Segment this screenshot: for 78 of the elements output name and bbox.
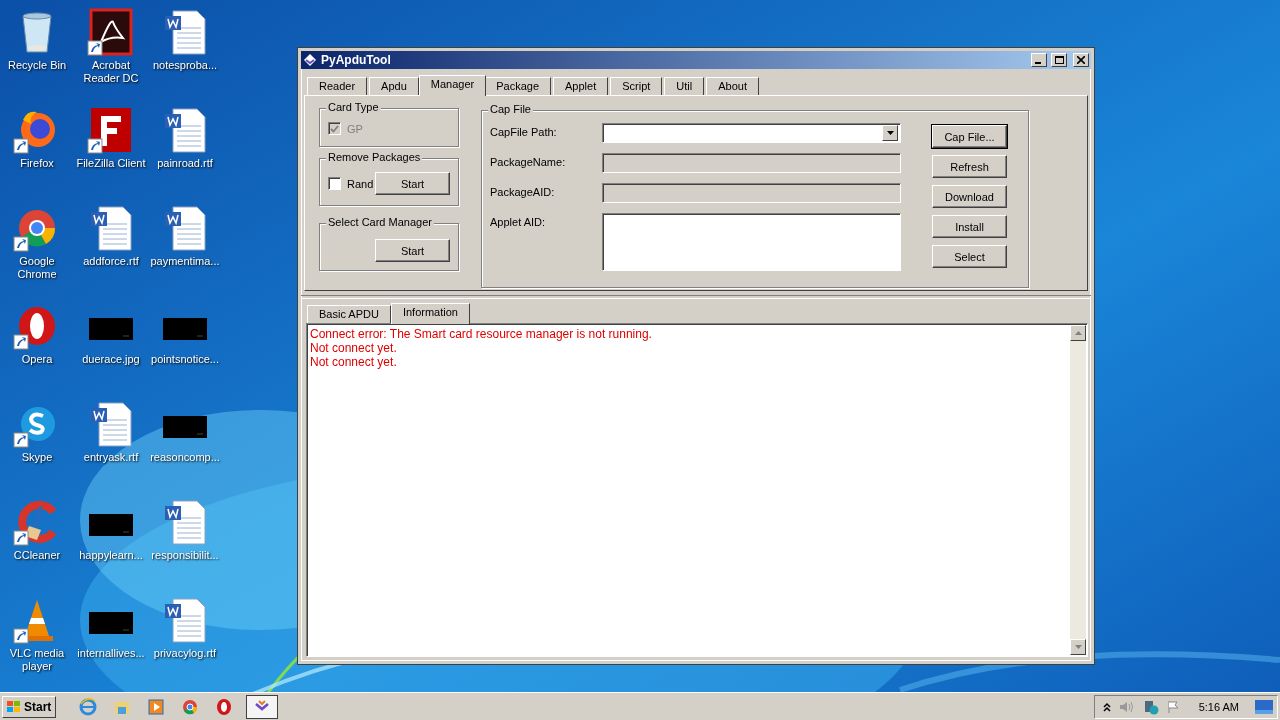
log-line: Not connect yet. bbox=[310, 341, 398, 355]
up-arrow-icon bbox=[1074, 331, 1082, 335]
icon-label: reasoncomp... bbox=[149, 451, 221, 464]
action-button[interactable]: Cap File... bbox=[932, 125, 1007, 148]
icon-label: happylearn... bbox=[78, 549, 144, 562]
icon-label: internallives... bbox=[76, 647, 146, 660]
field-label: Applet AID: bbox=[490, 215, 547, 228]
desktop-icon[interactable] bbox=[87, 8, 135, 56]
icon-label: Opera bbox=[20, 353, 54, 366]
start-button[interactable]: Start bbox=[375, 239, 450, 262]
dropdown-button[interactable] bbox=[882, 125, 898, 141]
field-label: PackageAID: bbox=[490, 185, 556, 198]
scrollbar[interactable] bbox=[1070, 325, 1086, 655]
checkmark-icon bbox=[330, 124, 339, 133]
log-line: Not connect yet. bbox=[310, 355, 398, 369]
field-label: PackageName: bbox=[490, 155, 567, 168]
group-title: Remove Packages bbox=[326, 151, 423, 163]
network-icon[interactable] bbox=[1142, 698, 1159, 715]
tab[interactable]: Package bbox=[484, 77, 551, 95]
maximize-icon bbox=[1054, 56, 1064, 64]
tab[interactable]: Reader bbox=[307, 77, 368, 95]
tab[interactable]: Script bbox=[610, 77, 663, 95]
icon-label: pointsnotice... bbox=[150, 353, 220, 366]
icon-label: VLC media player bbox=[8, 647, 66, 673]
icon-label: addforce.rtf bbox=[82, 255, 140, 268]
windows-logo-icon bbox=[6, 699, 22, 714]
checkbox[interactable]: Rand bbox=[328, 177, 374, 190]
close-icon bbox=[1077, 56, 1085, 64]
log-line: Connect error: The Smart card resource manager is not running. bbox=[310, 327, 653, 341]
minimize-button[interactable] bbox=[1031, 53, 1047, 67]
icon-label: painroad.rtf bbox=[156, 157, 214, 170]
flag-icon[interactable] bbox=[1166, 699, 1181, 714]
tab[interactable]: Basic APDU bbox=[307, 305, 391, 323]
clock: 5:16 AM bbox=[1198, 700, 1239, 713]
group-title: Card Type bbox=[326, 101, 381, 113]
maximize-button[interactable] bbox=[1051, 53, 1067, 67]
icon-label: FileZilla Client bbox=[75, 157, 147, 170]
icon-label: notesproba... bbox=[151, 59, 219, 72]
action-button[interactable]: Refresh bbox=[932, 155, 1007, 178]
show-desktop-icon[interactable] bbox=[1255, 699, 1273, 714]
input-field[interactable] bbox=[602, 183, 901, 203]
chevron-up-icon[interactable] bbox=[1102, 701, 1111, 712]
icon-label: entryask.rtf bbox=[82, 451, 140, 464]
icon-label: Recycle Bin bbox=[6, 59, 68, 72]
app-icon bbox=[303, 53, 317, 67]
icon-label: paymentima... bbox=[149, 255, 221, 268]
scroll-up-button[interactable] bbox=[1070, 325, 1086, 341]
text-area[interactable] bbox=[602, 213, 901, 271]
action-button[interactable]: Select bbox=[932, 245, 1007, 268]
scroll-down-button[interactable] bbox=[1070, 639, 1086, 655]
icon-label: responsibilit... bbox=[150, 549, 220, 562]
icon-label: duerace.jpg bbox=[81, 353, 141, 366]
icon-label: Acrobat Reader DC bbox=[82, 59, 140, 85]
start-button[interactable]: Start bbox=[2, 695, 57, 718]
icon-label: Google Chrome bbox=[16, 255, 58, 281]
icon-label: privacylog.rtf bbox=[152, 647, 218, 660]
active-task[interactable] bbox=[246, 694, 279, 719]
tab[interactable]: Manager bbox=[418, 75, 487, 96]
action-button[interactable]: Download bbox=[932, 185, 1007, 208]
group-title: Cap File bbox=[488, 103, 533, 115]
icon-label: Skype bbox=[20, 451, 54, 464]
action-button[interactable]: Install bbox=[932, 215, 1007, 238]
icon-label: Firefox bbox=[19, 157, 55, 170]
tab[interactable]: Information bbox=[390, 303, 470, 324]
tab[interactable]: Applet bbox=[553, 77, 609, 95]
dropdown-field[interactable] bbox=[602, 123, 901, 143]
window-title: PyApduTool bbox=[321, 53, 392, 67]
group-title: Select Card Manager bbox=[326, 216, 434, 228]
down-arrow-icon bbox=[1074, 645, 1082, 649]
tab[interactable]: Apdu bbox=[369, 77, 419, 95]
close-button[interactable] bbox=[1073, 53, 1089, 67]
input-field[interactable] bbox=[602, 153, 901, 173]
icon-label: CCleaner bbox=[12, 549, 62, 562]
tab[interactable]: Util bbox=[664, 77, 705, 95]
start-button[interactable]: Start bbox=[375, 172, 450, 195]
field-label: CapFile Path: bbox=[490, 125, 558, 138]
tab[interactable]: About bbox=[706, 77, 759, 95]
caret-icon bbox=[886, 131, 894, 135]
